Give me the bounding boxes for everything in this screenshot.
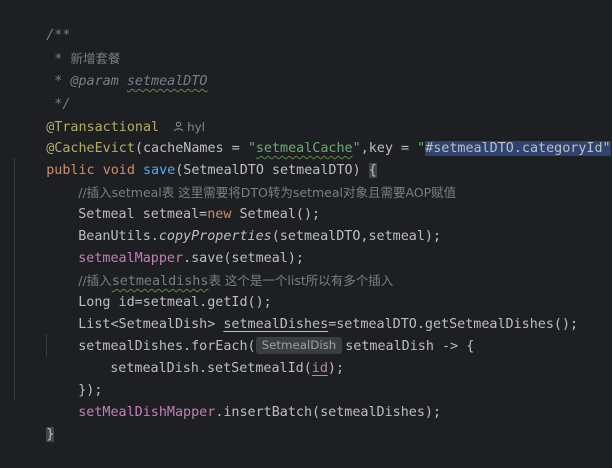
code-line-6[interactable]: @CacheEvict(cacheNames = "setmealCache",… xyxy=(14,116,612,156)
code-line-5[interactable]: @Transactional hyl xyxy=(14,94,205,135)
lambda-open-brace: { xyxy=(466,339,475,354)
javadoc-param-tag: @param xyxy=(70,74,119,89)
code-line-15[interactable]: setmealDishes.forEach(SetmealDish setmeal… xyxy=(46,314,474,354)
code-line-18[interactable]: setMealDishMapper.insertBatch(setmealDis… xyxy=(46,380,441,420)
code-line-19[interactable]: } xyxy=(14,402,55,442)
code-line-10[interactable]: BeanUtils.copyProperties(setmealDTO,setm… xyxy=(46,204,441,244)
code-line-17[interactable]: }); xyxy=(46,358,102,398)
code-line-11[interactable]: setmealMapper.save(setmeal); xyxy=(46,226,304,266)
code-line-4[interactable]: */ xyxy=(14,72,70,112)
lambda-param: setmealDish -> xyxy=(345,339,467,354)
captured-id-variable: id xyxy=(311,361,328,376)
code-line-2[interactable]: * 新增套餐 xyxy=(14,26,120,67)
call-close: ); xyxy=(327,361,345,376)
set-setmeal-id-call: setmealDish.setSetmealId( xyxy=(110,361,312,376)
insert-batch-call: .insertBatch(setmealDishes); xyxy=(215,405,442,420)
spel-key-expression: #setmealDTO.categoryId" xyxy=(425,141,611,156)
code-line-13[interactable]: Long id=setmeal.getId(); xyxy=(46,270,271,310)
code-line-7[interactable]: public void save(SetmealDTO setmealDTO) … xyxy=(14,138,377,178)
code-line-12[interactable]: //插入setmealdishs表 这个是一个list所以有多个插入 xyxy=(46,248,393,289)
close-brace: } xyxy=(46,427,55,442)
code-line-3[interactable]: * @param setmealDTO xyxy=(14,49,207,89)
string-quote: " xyxy=(417,141,426,156)
code-line-14[interactable]: List<SetmealDish> setmealDishes=setmealD… xyxy=(46,292,578,332)
code-line-8[interactable]: //插入setmeal表 这里需要将DTO转为setmeal对象且需要AOP赋值 xyxy=(46,160,456,200)
code-line-1[interactable]: /** xyxy=(14,3,70,43)
code-editor[interactable]: /** * 新增套餐 * @param setmealDTO */ @Trans… xyxy=(0,0,612,442)
javadoc-param-name: setmealDTO xyxy=(126,74,208,89)
code-line-9[interactable]: Setmeal setmeal=new Setmeal(); xyxy=(46,182,320,222)
code-line-16[interactable]: setmealDish.setSetmealId(id); xyxy=(78,336,344,376)
dish-mapper-field: setMealDishMapper xyxy=(78,405,216,420)
